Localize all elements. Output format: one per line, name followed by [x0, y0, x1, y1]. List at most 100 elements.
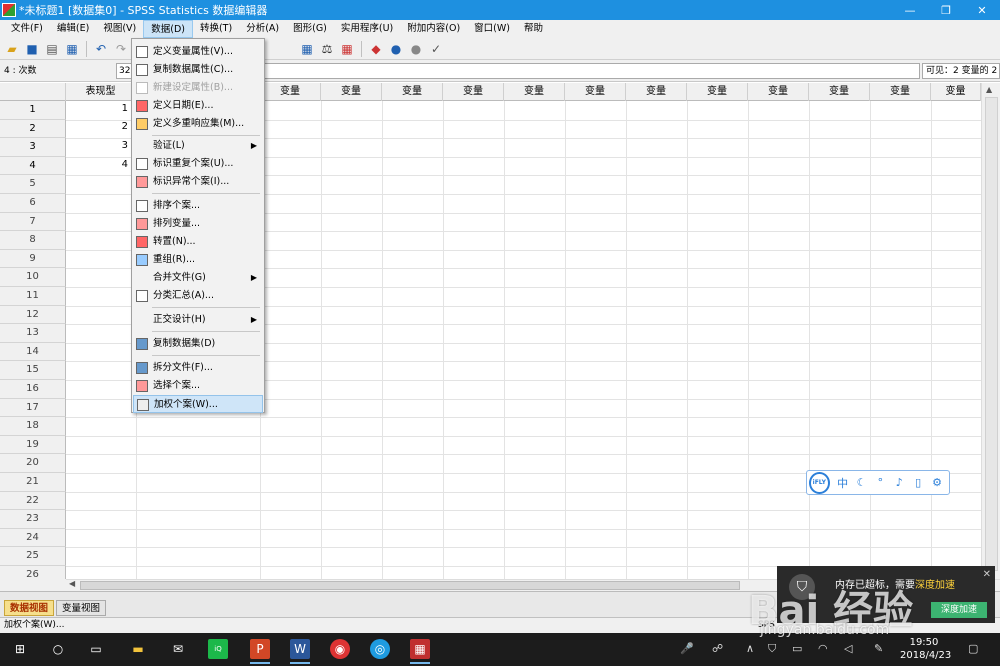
row-header[interactable]: 4 — [0, 156, 66, 176]
horizontal-scroll-thumb[interactable] — [80, 581, 740, 590]
menu-help[interactable]: 帮助 — [517, 20, 550, 38]
system-clock[interactable]: 19:50 2018/4/23 — [900, 636, 951, 662]
netease-music-icon[interactable]: ◉ — [330, 639, 350, 659]
vertical-scroll-thumb[interactable] — [985, 97, 998, 571]
row-header[interactable]: 22 — [0, 491, 66, 511]
row-header[interactable]: 24 — [0, 528, 66, 548]
row-header[interactable]: 3 — [0, 138, 66, 157]
spss-icon[interactable]: ▦ — [410, 639, 430, 664]
data-cell[interactable]: 2 — [66, 121, 128, 132]
column-header[interactable]: 变量 — [260, 83, 321, 101]
menu-item-identify-unusual-cases[interactable]: 标识异常个案(I)... — [133, 173, 263, 191]
deep-accelerate-button[interactable]: 深度加速 — [931, 602, 987, 618]
task-view-icon[interactable]: ▭ — [86, 639, 106, 659]
menu-edit[interactable]: 编辑(E) — [50, 20, 96, 38]
row-header[interactable]: 10 — [0, 268, 66, 287]
dialog-recall-icon[interactable]: ▦ — [64, 41, 80, 57]
show-hidden-icons-icon[interactable]: ∧ — [746, 642, 754, 655]
vertical-scrollbar[interactable]: ▲ ▼ — [981, 83, 1000, 579]
menu-analyze[interactable]: 分析(A) — [239, 20, 286, 38]
row-header[interactable]: 23 — [0, 510, 66, 529]
weight-cases-icon[interactable]: ⚖ — [319, 41, 335, 57]
menu-item-copy-dataset[interactable]: 复制数据集(D) — [133, 335, 263, 353]
menu-item-identify-duplicate-cases[interactable]: 标识重复个案(U)... — [133, 155, 263, 173]
menu-item-transpose[interactable]: 转置(N)... — [133, 233, 263, 251]
row-header[interactable]: 5 — [0, 175, 66, 194]
close-button[interactable]: ✕ — [964, 0, 1000, 20]
windows-icon[interactable]: ⊞ — [10, 639, 30, 659]
row-header[interactable]: 9 — [0, 249, 66, 269]
open-file-icon[interactable]: ▰ — [4, 41, 20, 57]
menu-item-sort-variables[interactable]: 排列变量... — [133, 215, 263, 233]
row-header[interactable]: 21 — [0, 473, 66, 492]
menu-item-sort-cases[interactable]: 排序个案... — [133, 197, 263, 215]
wifi-icon[interactable]: ◠ — [818, 642, 828, 655]
row-header[interactable]: 1 — [0, 101, 66, 120]
360-icon[interactable]: ◎ — [370, 639, 390, 659]
use-sets-icon[interactable]: ● — [388, 41, 404, 57]
scroll-left-icon[interactable]: ◀ — [69, 579, 75, 588]
row-header[interactable]: 2 — [0, 119, 66, 139]
menu-item-restructure[interactable]: 重组(R)... — [133, 251, 263, 269]
microphone-icon[interactable]: 🎤 — [680, 642, 694, 655]
security-shield-icon[interactable]: ⛉ — [768, 642, 776, 656]
row-header[interactable]: 13 — [0, 324, 66, 343]
column-header[interactable]: 变量 — [870, 83, 931, 101]
powerpoint-icon[interactable]: P — [250, 639, 270, 664]
row-header[interactable]: 20 — [0, 454, 66, 473]
menu-item-define-multiple-response[interactable]: 定义多重响应集(M)... — [133, 115, 263, 133]
tab-variable-view[interactable]: 变量视图 — [56, 600, 107, 616]
menu-item-select-cases[interactable]: 选择个案... — [133, 377, 263, 395]
volume-icon[interactable]: ◁ — [844, 642, 852, 655]
scroll-up-icon[interactable]: ▲ — [986, 85, 992, 94]
data-cell[interactable]: 3 — [66, 140, 128, 151]
file-explorer-icon[interactable]: ▬ — [128, 639, 148, 659]
punctuation-icon[interactable]: ° — [873, 474, 887, 492]
keyboard-icon[interactable]: ▯ — [911, 474, 925, 492]
column-header[interactable]: 变量 — [748, 83, 809, 101]
menu-item-define-dates[interactable]: 定义日期(E)... — [133, 97, 263, 115]
split-file-icon[interactable]: ▦ — [299, 41, 315, 57]
column-header[interactable]: 变量 — [687, 83, 748, 101]
column-header[interactable]: 变量 — [321, 83, 382, 101]
settings-gear-icon[interactable]: ⚙ — [930, 474, 944, 492]
column-header[interactable]: 变量 — [443, 83, 504, 101]
data-cell[interactable]: 1 — [66, 103, 128, 114]
battery-icon[interactable]: ▭ — [792, 642, 802, 655]
menu-item-orthogonal-design[interactable]: 正交设计(H) ▶ — [133, 311, 263, 329]
menu-window[interactable]: 窗口(W) — [467, 20, 517, 38]
menu-file[interactable]: 文件(F) — [4, 20, 50, 38]
row-header[interactable]: 6 — [0, 194, 66, 213]
menu-data[interactable]: 数据(D) — [143, 20, 193, 38]
spelling-icon[interactable]: ✓ — [428, 41, 444, 57]
row-header[interactable]: 26 — [0, 566, 66, 579]
row-header[interactable]: 17 — [0, 398, 66, 418]
column-header[interactable]: 变量 — [565, 83, 626, 101]
row-header[interactable]: 12 — [0, 305, 66, 325]
column-header[interactable]: 变量 — [809, 83, 870, 101]
pen-icon[interactable]: ✎ — [874, 642, 883, 655]
print-icon[interactable]: ▤ — [44, 41, 60, 57]
show-all-icon[interactable]: ● — [408, 41, 424, 57]
column-header[interactable]: 变量 — [382, 83, 443, 101]
row-header[interactable]: 25 — [0, 547, 66, 566]
mail-icon[interactable]: ✉ — [168, 639, 188, 659]
menu-graphs[interactable]: 图形(G) — [286, 20, 334, 38]
column-header[interactable]: 变量 — [504, 83, 565, 101]
value-labels-icon[interactable]: ◆ — [368, 41, 384, 57]
row-header[interactable]: 11 — [0, 287, 66, 306]
cortana-icon[interactable]: ○ — [48, 639, 68, 659]
menu-addons[interactable]: 附加内容(O) — [400, 20, 467, 38]
column-header[interactable]: 变量 — [626, 83, 687, 101]
redo-icon[interactable]: ↷ — [113, 41, 129, 57]
row-header[interactable]: 15 — [0, 361, 66, 380]
column-header[interactable]: 表现型 — [66, 83, 136, 101]
minimize-button[interactable]: — — [892, 0, 928, 20]
restore-button[interactable]: ❐ — [928, 0, 964, 20]
notifications-icon[interactable]: ▢ — [968, 642, 978, 655]
row-header[interactable]: 7 — [0, 212, 66, 232]
menu-item-define-variable-properties[interactable]: 定义变量属性(V)... — [133, 43, 263, 61]
menu-item-copy-data-properties[interactable]: 复制数据属性(C)... — [133, 61, 263, 79]
row-header[interactable]: 19 — [0, 435, 66, 455]
menu-item-split-file[interactable]: 拆分文件(F)... — [133, 359, 263, 377]
